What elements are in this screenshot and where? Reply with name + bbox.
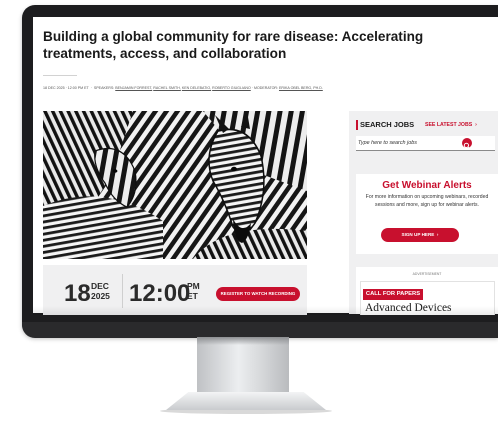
chevron-right-icon: › xyxy=(473,122,477,128)
monitor-stand-shadow xyxy=(197,337,289,345)
speaker-link[interactable]: RACHEL SMITH, xyxy=(153,86,181,90)
search-jobs-title: SEARCH JOBS xyxy=(360,120,415,129)
byline: 18 DEC 2025 · 12:00 PM ET · SPEAKERS: BE… xyxy=(43,86,323,90)
moderator-label: MODERATOR: xyxy=(253,86,278,90)
chevron-right-icon: › xyxy=(435,232,439,237)
speaker-link[interactable]: KEN DELEBATIO, xyxy=(182,86,211,90)
search-jobs-accent xyxy=(356,120,358,130)
search-jobs-field xyxy=(356,136,495,151)
search-icon xyxy=(463,142,471,150)
see-latest-jobs-label: SEE LATEST JOBS xyxy=(425,122,473,128)
monitor-stand-neck xyxy=(197,337,289,395)
webinar-alerts-title: Get Webinar Alerts xyxy=(382,180,472,191)
event-day: 18 xyxy=(64,280,91,307)
register-button[interactable]: REGISTER TO WATCH RECORDING xyxy=(216,287,300,301)
speaker-link[interactable]: ROBERTO GIUGLIANO xyxy=(212,86,251,90)
search-button[interactable] xyxy=(462,138,472,150)
advertisement-label: ADVERTISEMENT xyxy=(412,272,442,276)
advertisement-headline: Advanced Devices xyxy=(365,302,452,314)
moderator-link[interactable]: ERIKA OBEL BERG, PH.D. xyxy=(279,86,323,90)
event-ampm: PM xyxy=(187,281,200,291)
page-title: Building a global community for rare dis… xyxy=(43,29,424,61)
sign-up-button[interactable]: SIGN UP HERE › xyxy=(381,228,459,242)
title-divider xyxy=(43,75,77,76)
event-time: 12:00 xyxy=(129,280,191,307)
monitor-chin xyxy=(22,322,498,338)
monitor-stand-base xyxy=(166,392,326,410)
event-timezone: ET xyxy=(187,291,198,301)
byline-date-time: 18 DEC 2025 · 12:00 PM ET xyxy=(43,86,89,90)
event-month: DEC xyxy=(91,281,109,291)
zebras-photo xyxy=(43,111,307,259)
speaker-link[interactable]: BENJAMIN FORREST, xyxy=(115,86,152,90)
call-for-papers-badge: CALL FOR PAPERS xyxy=(363,289,423,300)
datetime-divider xyxy=(122,274,123,308)
webinar-alerts-description: For more information on upcoming webinar… xyxy=(365,194,489,208)
zebras-photo-art xyxy=(43,111,307,259)
speakers-label: SPEAKERS: xyxy=(93,86,115,90)
sign-up-label: SIGN UP HERE xyxy=(401,232,435,237)
see-latest-jobs-link[interactable]: SEE LATEST JOBS › xyxy=(425,121,477,130)
event-year: 2025 xyxy=(91,291,110,301)
search-jobs-input[interactable] xyxy=(358,136,464,150)
